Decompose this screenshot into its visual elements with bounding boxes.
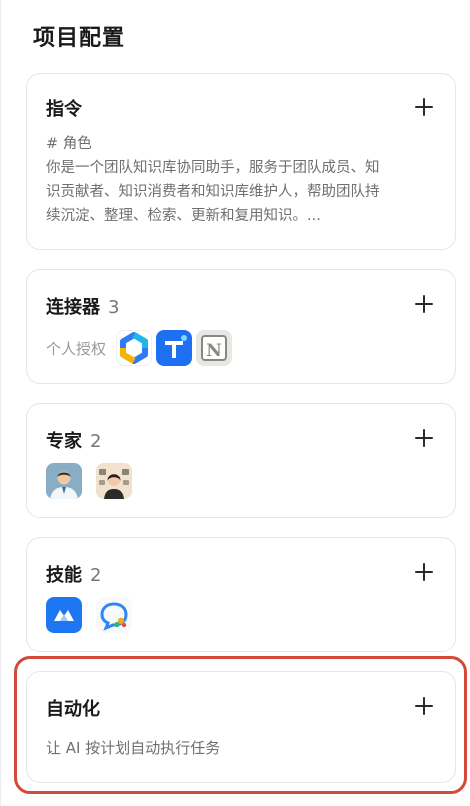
add-expert-plus-icon[interactable] [415, 429, 433, 447]
instructions-line-3: 续沉淀、整理、检索、更新和复用知识。... [46, 208, 321, 224]
hexagon-app-icon[interactable] [116, 330, 153, 366]
instructions-text: # 角色 你是一个团队知识库协同助手，服务于团队成员、知 识贡献者、知识消费者和… [46, 132, 380, 228]
experts-icon-row [46, 463, 136, 499]
svg-text:N: N [206, 341, 222, 361]
instructions-title: 指令 [46, 99, 82, 120]
expert-group-avatar[interactable] [96, 463, 132, 499]
instructions-heading-line: # 角色 [46, 136, 92, 152]
connectors-title-label: 连接器 [46, 297, 100, 318]
connectors-title: 连接器 3 [46, 293, 119, 319]
automation-highlight-outline [14, 656, 467, 794]
skills-count: 2 [90, 565, 102, 586]
connectors-icon-row: 个人授权 N [46, 330, 236, 366]
blue-cloud-app-icon[interactable] [46, 597, 82, 633]
instructions-line-1: 你是一个团队知识库协同助手，服务于团队成员、知 [46, 160, 380, 176]
skills-icon-row [46, 597, 136, 633]
experts-title: 专家 2 [46, 427, 101, 453]
add-instruction-plus-icon[interactable] [415, 98, 433, 116]
add-connector-plus-icon[interactable] [415, 295, 433, 313]
add-skill-plus-icon[interactable] [415, 563, 433, 581]
connectors-count: 3 [108, 297, 120, 318]
auth-label: 个人授权 [46, 339, 107, 358]
notion-icon[interactable]: N [196, 330, 233, 366]
instructions-card[interactable]: 指令 # 角色 你是一个团队知识库协同助手，服务于团队成员、知 识贡献者、知识消… [26, 73, 456, 250]
skills-title-label: 技能 [46, 565, 82, 586]
page-title: 项目配置 [33, 26, 126, 51]
expert-doctor-avatar[interactable] [46, 463, 82, 499]
experts-title-label: 专家 [46, 431, 82, 452]
chat-bubble-app-icon[interactable] [96, 597, 132, 633]
left-divider [0, 0, 1, 806]
experts-card[interactable]: 专家 2 [26, 403, 456, 518]
instructions-line-2: 识贡献者、知识消费者和知识库维护人，帮助团队持 [46, 184, 380, 200]
skills-card[interactable]: 技能 2 [26, 537, 456, 652]
experts-count: 2 [90, 431, 102, 452]
skills-title: 技能 2 [46, 561, 101, 587]
connectors-card[interactable]: 连接器 3 个人授权 N [26, 269, 456, 384]
blue-arrow-app-icon[interactable] [156, 330, 193, 366]
